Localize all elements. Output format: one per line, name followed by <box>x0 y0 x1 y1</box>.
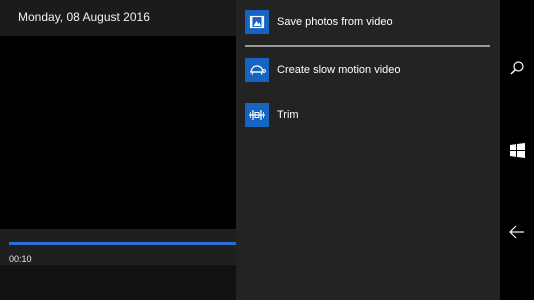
search-button[interactable] <box>500 51 534 85</box>
windows-icon <box>509 142 525 158</box>
video-options-menu: Save photos from video Create slow motio… <box>236 0 500 300</box>
screen: Monday, 08 August 2016 00:10 Save photos… <box>0 0 534 300</box>
turtle-icon <box>245 58 269 82</box>
navigation-bar <box>500 0 534 300</box>
trim-icon <box>245 103 269 127</box>
search-icon <box>510 61 524 75</box>
video-player[interactable] <box>0 36 236 229</box>
back-button[interactable] <box>500 215 534 249</box>
video-pane: Monday, 08 August 2016 00:10 <box>0 0 236 300</box>
slow-motion-label: Create slow motion video <box>277 64 401 76</box>
slow-motion-menu-item[interactable]: Create slow motion video <box>245 57 495 83</box>
trim-label: Trim <box>277 109 299 121</box>
playback-panel: 00:10 <box>0 229 236 265</box>
back-arrow-icon <box>509 225 524 239</box>
start-button[interactable] <box>500 133 534 167</box>
video-date: Monday, 08 August 2016 <box>18 10 150 24</box>
video-bottom-area <box>0 265 236 300</box>
progress-bar[interactable] <box>9 242 236 245</box>
save-photos-label: Save photos from video <box>277 16 393 28</box>
save-photos-menu-item[interactable]: Save photos from video <box>245 9 495 35</box>
trim-menu-item[interactable]: Trim <box>245 102 495 128</box>
time-label: 00:10 <box>9 254 32 264</box>
menu-divider <box>245 45 490 47</box>
progress-fill <box>9 242 236 245</box>
video-header: Monday, 08 August 2016 <box>0 0 236 36</box>
photo-film-icon <box>245 10 269 34</box>
